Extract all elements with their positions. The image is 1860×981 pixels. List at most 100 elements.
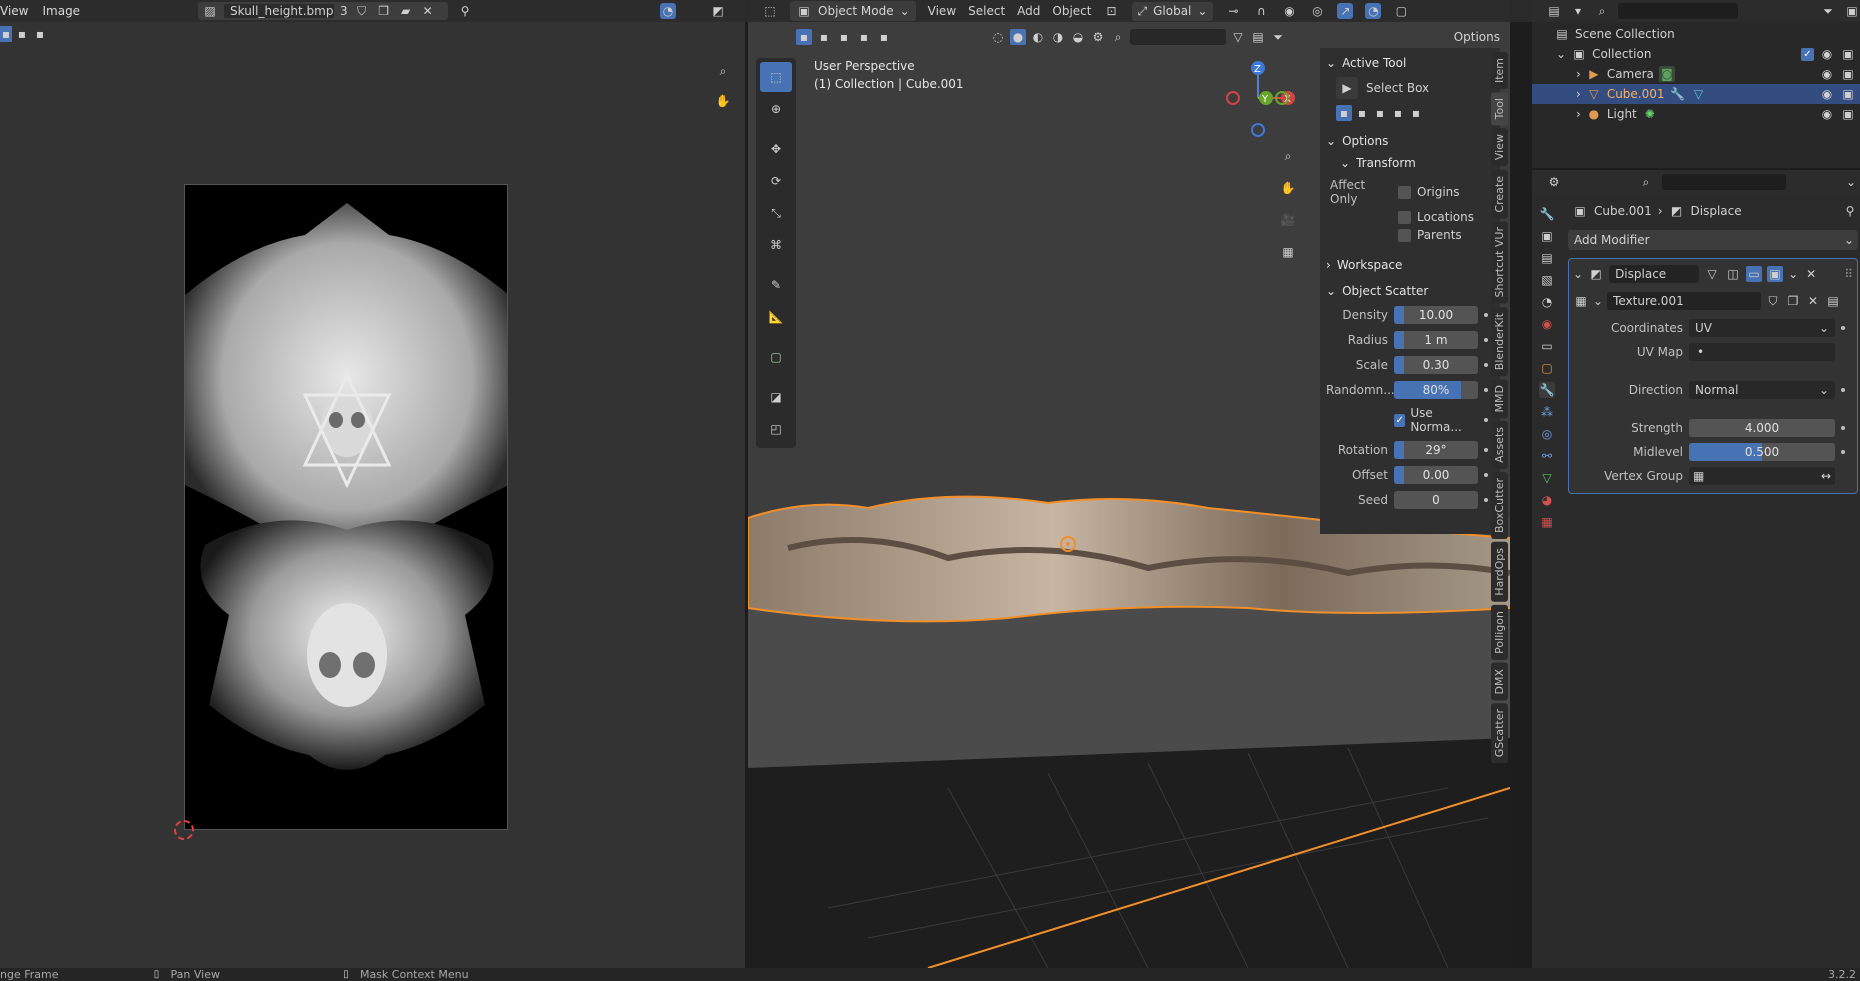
tab-dmx[interactable]: DMX xyxy=(1490,662,1508,701)
outliner-item-camera[interactable]: › ▶ Camera ◙ ◉ ▣ xyxy=(1532,64,1860,84)
scatter-field[interactable]: 0.00 xyxy=(1394,466,1478,484)
material-shading-icon[interactable]: ◐ xyxy=(1030,29,1046,45)
add-modifier-button[interactable]: Add Modifier ⌄ xyxy=(1568,230,1858,250)
render-tab-icon[interactable]: ▣ xyxy=(1539,228,1555,244)
editor-type-icon[interactable]: ▤ xyxy=(1546,3,1562,19)
boxcutter-tool-icon[interactable]: ◪ xyxy=(760,382,792,412)
proportional-edit-icon[interactable]: ◉ xyxy=(1281,3,1297,19)
direction-dropdown[interactable]: Normal ⌄ xyxy=(1689,381,1835,399)
keyframe-dot[interactable] xyxy=(1484,388,1488,392)
search-field[interactable] xyxy=(1130,29,1226,45)
keyframe-dot[interactable] xyxy=(1484,448,1488,452)
render-camera-icon[interactable]: ▣ xyxy=(1840,106,1856,122)
chevron-down-icon[interactable]: ⌄ xyxy=(1788,267,1798,281)
close-icon[interactable]: ✕ xyxy=(1805,293,1821,309)
navigation-gizmo[interactable]: Z Y X xyxy=(1218,58,1298,138)
fake-user-icon[interactable]: ⛉ xyxy=(354,3,370,19)
scatter-field[interactable]: 0.30 xyxy=(1394,356,1478,374)
annotate-tool-icon[interactable]: ✎ xyxy=(760,270,792,300)
edit-mode-icon[interactable]: ▽ xyxy=(1704,266,1720,282)
scene-tab-icon[interactable]: ◔ xyxy=(1539,294,1555,310)
active-tool-panel-header[interactable]: ⌄ Active Tool xyxy=(1326,52,1494,74)
parents-checkbox[interactable]: Parents xyxy=(1390,228,1494,242)
measure-tool-icon[interactable]: 📐 xyxy=(760,302,792,332)
render-region-icon[interactable]: ◒ xyxy=(1070,29,1086,45)
keyframe-dot[interactable] xyxy=(1484,418,1488,422)
hardops-tool-icon[interactable]: ◰ xyxy=(760,414,792,444)
editor-type-icon[interactable]: ⬚ xyxy=(762,3,778,19)
select-subtract-icon[interactable]: ▪ xyxy=(1372,105,1388,121)
tab-boxcutter[interactable]: BoxCutter xyxy=(1490,472,1508,540)
scale-tool-icon[interactable]: ⤡ xyxy=(760,198,792,228)
transform-subpanel-header[interactable]: ⌄ Transform xyxy=(1326,152,1494,174)
filter-icon[interactable]: ▽ xyxy=(1230,29,1246,45)
scene-collection-row[interactable]: ▤ Scene Collection xyxy=(1532,24,1860,44)
options-panel-header[interactable]: ⌄ Options xyxy=(1326,130,1494,152)
select-invert-icon[interactable]: ▪ xyxy=(1390,105,1406,121)
select-extend-icon[interactable]: ▪ xyxy=(1354,105,1370,121)
chevron-down-icon[interactable]: ⌄ xyxy=(1846,175,1856,189)
vertex-group-field[interactable]: ▦ ↔ xyxy=(1689,467,1835,485)
search-icon[interactable]: ⌕ xyxy=(1110,29,1126,45)
gizmo-icon[interactable]: ↗ xyxy=(1337,3,1354,19)
tab-tool[interactable]: Tool xyxy=(1490,92,1508,126)
strength-field[interactable]: 4.000 xyxy=(1689,419,1835,437)
invert-arrows-icon[interactable]: ↔ xyxy=(1821,467,1831,485)
scatter-field[interactable]: 80% xyxy=(1394,381,1478,399)
grid-icon[interactable]: ▦ xyxy=(1276,240,1300,264)
duplicate-icon[interactable]: ❐ xyxy=(376,3,392,19)
duplicate-icon[interactable]: ❐ xyxy=(1785,293,1801,309)
magnet-icon[interactable]: ∩ xyxy=(1253,3,1269,19)
object-scatter-panel-header[interactable]: ⌄ Object Scatter xyxy=(1326,280,1494,302)
scatter-field[interactable]: 1 m xyxy=(1394,331,1478,349)
tab-gscatter[interactable]: GScatter xyxy=(1490,703,1508,764)
properties-search[interactable] xyxy=(1662,174,1786,190)
keyframe-dot[interactable] xyxy=(1484,338,1488,342)
xray-icon[interactable]: ▢ xyxy=(1393,3,1409,19)
select-extend-icon[interactable]: ▪ xyxy=(14,26,30,42)
zoom-icon[interactable]: ⌕ xyxy=(1276,144,1300,168)
menu-image[interactable]: Image xyxy=(42,4,80,18)
texture-properties-icon[interactable]: ▤ xyxy=(1825,293,1841,309)
shading-options-icon[interactable]: ⚙ xyxy=(1090,29,1106,45)
select-invert-icon[interactable]: ▪ xyxy=(856,29,872,45)
keyframe-dot[interactable] xyxy=(1484,498,1488,502)
outliner-item-light[interactable]: › ● Light ✺ ◉ ▣ xyxy=(1532,104,1860,124)
eye-icon[interactable]: ◉ xyxy=(1819,106,1835,122)
keyframe-dot[interactable] xyxy=(1841,388,1845,392)
tab-blenderkit[interactable]: BlenderKit xyxy=(1490,306,1508,376)
editor-type-icon[interactable]: ⚙ xyxy=(1546,174,1562,190)
chevron-down-icon[interactable]: ⌄ xyxy=(1593,294,1603,308)
render-icon[interactable]: ▣ xyxy=(1767,266,1784,282)
select-new-icon[interactable]: ▪ xyxy=(796,29,812,45)
snap-icon[interactable]: ⊸ xyxy=(1225,3,1241,19)
particles-tab-icon[interactable]: ⁂ xyxy=(1539,404,1555,420)
keyframe-dot[interactable] xyxy=(1484,473,1488,477)
image-selector[interactable]: ▨ Skull_height.bmp 3 ⛉ ❐ ▰ ✕ xyxy=(198,2,448,20)
select-extend-icon[interactable]: ▪ xyxy=(816,29,832,45)
select-new-icon[interactable]: ▪ xyxy=(1336,105,1352,121)
menu-view-3d[interactable]: View xyxy=(928,4,956,18)
2d-cursor-icon[interactable] xyxy=(174,820,194,840)
tab-mmd[interactable]: MMD xyxy=(1490,378,1508,419)
camera-icon[interactable]: 🎥 xyxy=(1276,208,1300,232)
select-intersect-icon[interactable]: ▪ xyxy=(1408,105,1424,121)
transform-tool-icon[interactable]: ⌘ xyxy=(760,230,792,260)
menu-object[interactable]: Object xyxy=(1052,4,1091,18)
transform-pivot-icon[interactable]: ⊡ xyxy=(1104,3,1120,19)
solid-shading-icon[interactable]: ● xyxy=(1010,29,1026,45)
drag-handle-icon[interactable]: ⠿ xyxy=(1844,267,1853,281)
exclude-checkbox[interactable]: ✓ xyxy=(1801,47,1814,61)
locations-checkbox[interactable]: Locations xyxy=(1390,210,1494,224)
keyframe-dot[interactable] xyxy=(1841,326,1845,330)
display-mode-icon[interactable]: ◩ xyxy=(710,3,726,19)
scatter-field[interactable]: 0 xyxy=(1394,491,1478,509)
workspace-panel-header[interactable]: › Workspace xyxy=(1326,254,1494,276)
data-tab-icon[interactable]: ▽ xyxy=(1539,470,1555,486)
keyframe-dot[interactable] xyxy=(1841,450,1845,454)
close-icon[interactable]: ✕ xyxy=(420,3,436,19)
cage-icon[interactable]: ◫ xyxy=(1725,266,1741,282)
display-mode-icon[interactable]: ▾ xyxy=(1570,3,1586,19)
tool-tab-icon[interactable]: 🔧 xyxy=(1539,206,1555,222)
fake-user-icon[interactable]: ⛉ xyxy=(1765,293,1781,309)
